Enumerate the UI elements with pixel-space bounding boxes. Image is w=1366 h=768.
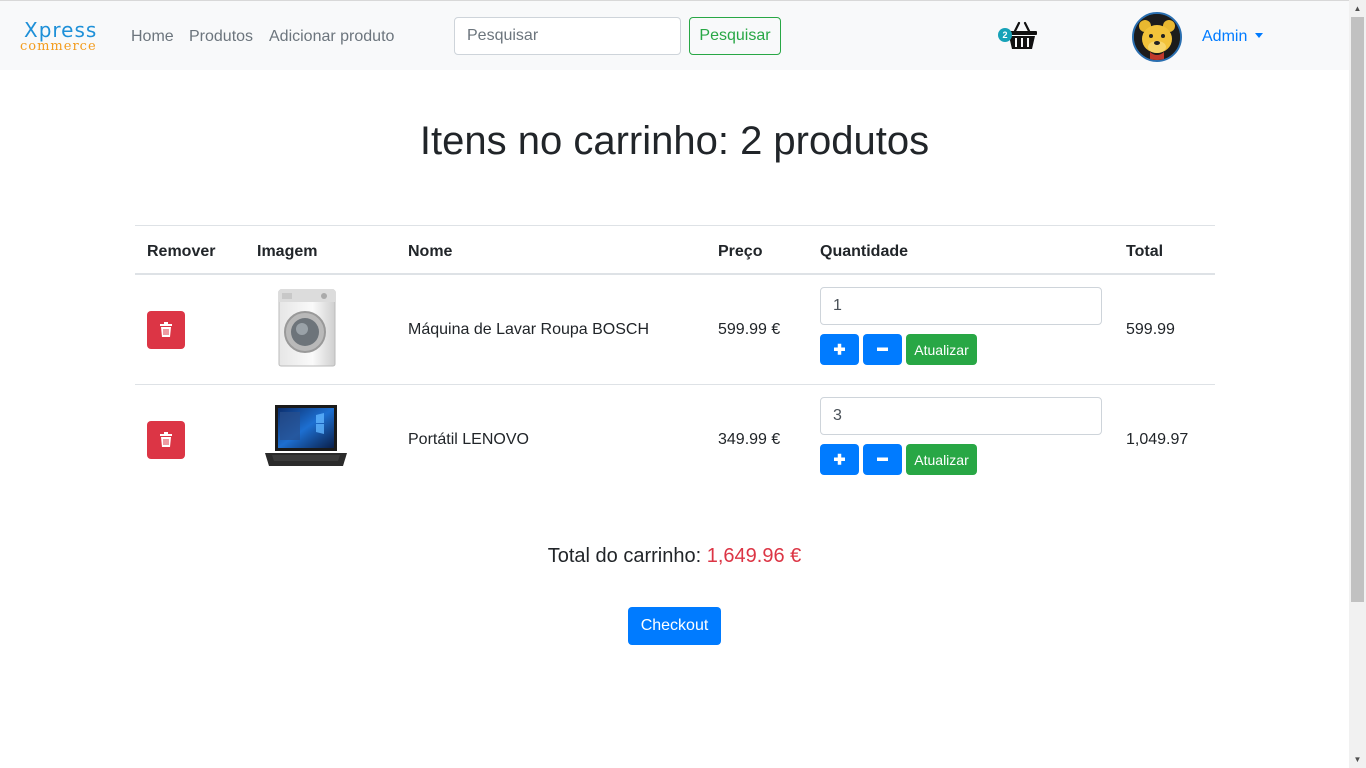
header-name: Nome: [408, 243, 453, 260]
product-price: 349.99 €: [718, 431, 781, 448]
product-price: 599.99 €: [718, 321, 781, 338]
product-image-washing-machine: [260, 287, 350, 369]
table-row: Máquina de Lavar Roupa BOSCH 599.99 € At…: [135, 275, 1215, 385]
trash-icon: [160, 432, 172, 447]
scroll-down-arrow-icon[interactable]: ▼: [1349, 751, 1366, 768]
page-title: Itens no carrinho: 2 produtos: [419, 119, 930, 163]
remove-item-button[interactable]: [147, 421, 185, 459]
caret-down-icon: [1255, 33, 1264, 38]
table-header: Remover Imagem Nome Preço Quantidade Tot…: [135, 225, 1215, 275]
table-row: Portátil LENOVO 349.99 € Atualizar 1,049…: [135, 385, 1215, 495]
brand-logo[interactable]: Xpress commerce: [20, 18, 100, 58]
update-quantity-button[interactable]: Atualizar: [906, 444, 977, 475]
avatar[interactable]: [1132, 12, 1182, 62]
product-name: Máquina de Lavar Roupa BOSCH: [408, 321, 650, 338]
product-image-laptop: [260, 397, 350, 479]
nav-link-adicionar-produto[interactable]: Adicionar produto: [269, 28, 394, 46]
header-price: Preço: [718, 243, 763, 260]
cart-basket[interactable]: 2: [998, 19, 1040, 53]
plus-icon: [834, 343, 845, 355]
brand-subtitle: commerce: [20, 39, 97, 54]
plus-icon: [834, 453, 845, 465]
bear-avatar-icon: [1134, 14, 1180, 60]
cart-count-badge: 2: [998, 28, 1012, 42]
quantity-input[interactable]: [820, 287, 1102, 325]
checkout-button[interactable]: Checkout: [628, 607, 721, 645]
header-image: Imagem: [257, 243, 318, 260]
product-name: Portátil LENOVO: [408, 431, 529, 448]
row-total: 599.99: [1126, 321, 1175, 338]
cart-total-amount: 1,649.96 €: [706, 545, 802, 567]
scroll-thumb[interactable]: [1351, 17, 1364, 602]
row-total: 1,049.97: [1126, 431, 1189, 448]
update-quantity-button[interactable]: Atualizar: [906, 334, 977, 365]
trash-icon: [160, 322, 172, 337]
user-menu-label: Admin: [1202, 28, 1248, 45]
minus-icon: [877, 457, 888, 461]
increase-quantity-button[interactable]: [820, 334, 859, 365]
cart-total: Total do carrinho: 1,649.96 €: [0, 545, 1349, 568]
decrease-quantity-button[interactable]: [863, 334, 902, 365]
scroll-up-arrow-icon[interactable]: ▲: [1349, 0, 1366, 17]
search-input[interactable]: [454, 17, 681, 55]
scrollbar[interactable]: ▲ ▼: [1349, 0, 1366, 768]
nav-link-produtos[interactable]: Produtos: [189, 28, 253, 46]
cart-total-label: Total do carrinho:: [547, 545, 702, 567]
quantity-input[interactable]: [820, 397, 1102, 435]
header-quantity: Quantidade: [820, 243, 909, 260]
decrease-quantity-button[interactable]: [863, 444, 902, 475]
search-button[interactable]: Pesquisar: [689, 17, 781, 55]
navbar: Xpress commerce Home Produtos Adicionar …: [0, 0, 1349, 70]
header-total: Total: [1126, 243, 1164, 260]
minus-icon: [877, 347, 888, 351]
remove-item-button[interactable]: [147, 311, 185, 349]
nav-link-home[interactable]: Home: [131, 28, 174, 46]
increase-quantity-button[interactable]: [820, 444, 859, 475]
header-remove: Remover: [147, 243, 216, 260]
user-menu-toggle[interactable]: Admin: [1202, 28, 1264, 46]
